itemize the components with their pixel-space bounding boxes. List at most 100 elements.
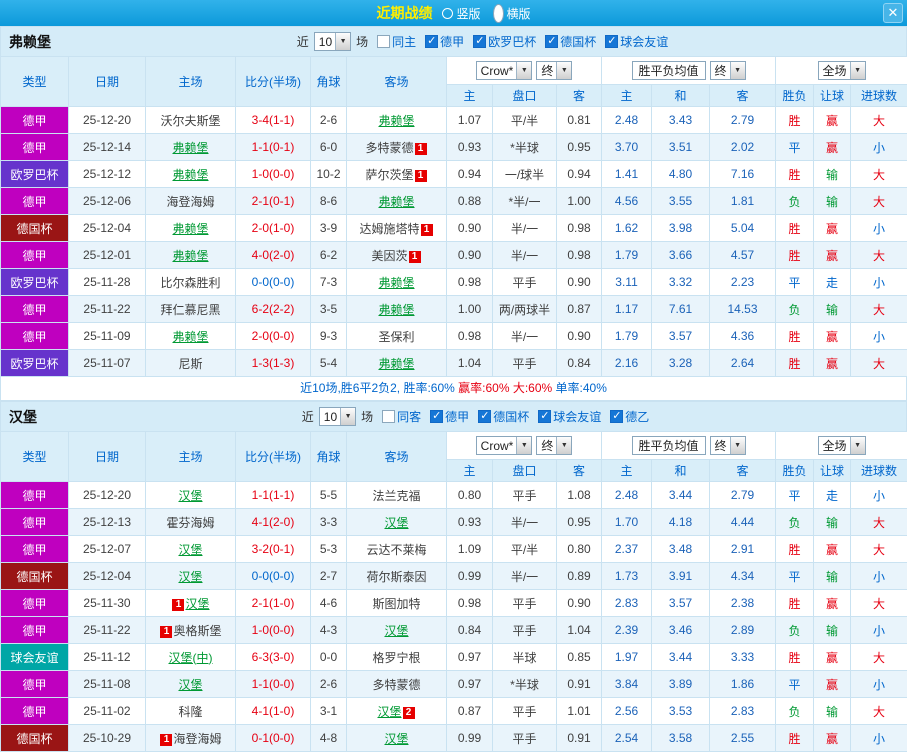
goals-result-cell: 大	[851, 242, 907, 269]
summary-text: 近10场,胜6平2负2,	[300, 381, 403, 395]
result-cell: 胜	[776, 644, 814, 671]
avg-away-cell: 1.81	[710, 188, 776, 215]
away-team-cell: 达姆施塔特1	[347, 215, 447, 242]
scope-select[interactable]: 全场▼	[818, 436, 866, 455]
team-name-link[interactable]: 汉堡	[384, 732, 408, 746]
avg-home-cell: 2.56	[602, 698, 652, 725]
filter-checkbox[interactable]: 德甲	[430, 408, 469, 425]
away-team: 美因茨1	[371, 249, 421, 263]
home-team-cell: 科隆	[146, 698, 236, 725]
avg-draw-cell: 3.53	[652, 698, 710, 725]
home-team: 比尔森胜利	[160, 276, 220, 290]
odds-source-select[interactable]: Crow*▼	[476, 61, 533, 80]
team-name-link[interactable]: 弗赖堡	[378, 357, 414, 371]
team-title: 弗赖堡	[1, 32, 59, 52]
sub-column-header: 盘口	[493, 85, 557, 107]
avg-draw-cell: 3.51	[652, 134, 710, 161]
odds-home-cell: 1.09	[447, 536, 493, 563]
odds-handicap-cell: *半球	[493, 671, 557, 698]
team-name-link[interactable]: 弗赖堡	[172, 249, 208, 263]
type-cell: 德甲	[1, 323, 69, 350]
team-name-link[interactable]: 弗赖堡	[378, 114, 414, 128]
avg-home-cell: 1.79	[602, 242, 652, 269]
filter-checkbox[interactable]: 同主	[377, 33, 416, 50]
layout-radio-option[interactable]: 竖版	[442, 5, 480, 22]
type-cell: 德甲	[1, 698, 69, 725]
odds-handicap-cell: 半/一	[493, 242, 557, 269]
team-name-link[interactable]: 汉堡	[178, 570, 202, 584]
home-team: 汉堡	[178, 678, 202, 692]
scope-select[interactable]: 全场▼	[818, 61, 866, 80]
score-cell: 0-0(0-0)	[236, 269, 311, 296]
avg-label-box: 胜平负均值	[632, 61, 706, 80]
filter-checkbox[interactable]: 同客	[382, 408, 421, 425]
away-team-cell: 弗赖堡	[347, 350, 447, 377]
radio-icon	[493, 4, 504, 23]
odds-time-select[interactable]: 终▼	[536, 436, 572, 455]
result-cell: 胜	[776, 323, 814, 350]
sub-column-header: 和	[652, 460, 710, 482]
result-cell: 胜	[776, 350, 814, 377]
team-name-link[interactable]: 汉堡	[377, 705, 401, 719]
filter-checkbox[interactable]: 欧罗巴杯	[473, 33, 536, 50]
odds-away-cell: 0.89	[557, 563, 602, 590]
score-cell: 2-1(1-0)	[236, 590, 311, 617]
odds-time-select[interactable]: 终▼	[536, 61, 572, 80]
team-name-link[interactable]: 汉堡	[384, 516, 408, 530]
corner-cell: 2-7	[311, 563, 347, 590]
match-count-select[interactable]: 10▼	[319, 407, 356, 426]
corner-cell: 3-5	[311, 296, 347, 323]
avg-time-select[interactable]: 终▼	[710, 436, 746, 455]
home-team-cell: 霍芬海姆	[146, 509, 236, 536]
layout-radio-option[interactable]: 横版	[493, 4, 531, 23]
team-name-link[interactable]: 汉堡	[185, 597, 209, 611]
away-team: 弗赖堡	[378, 357, 414, 371]
team-name-link[interactable]: 汉堡	[384, 624, 408, 638]
team-name-link[interactable]: 弗赖堡	[172, 168, 208, 182]
team-name-link[interactable]: 弗赖堡	[378, 195, 414, 209]
team-name-link[interactable]: 汉堡	[178, 543, 202, 557]
handicap-result-cell: 输	[814, 296, 851, 323]
type-cell: 德甲	[1, 134, 69, 161]
team-name-link[interactable]: 弗赖堡	[378, 303, 414, 317]
odds-handicap-cell: 半/一	[493, 509, 557, 536]
team-name-link[interactable]: 弗赖堡	[172, 330, 208, 344]
avg-time-select[interactable]: 终▼	[710, 61, 746, 80]
team-name-link[interactable]: 汉堡	[178, 489, 202, 503]
odds-source-select[interactable]: Crow*▼	[476, 436, 533, 455]
checkbox-icon	[545, 35, 558, 48]
avg-label-box: 胜平负均值	[632, 436, 706, 455]
filter-checkbox[interactable]: 球会友谊	[538, 408, 601, 425]
odds-away-cell: 0.98	[557, 215, 602, 242]
type-cell: 德国杯	[1, 215, 69, 242]
filter-checkbox[interactable]: 德乙	[610, 408, 649, 425]
avg-draw-cell: 3.28	[652, 350, 710, 377]
team-name-link[interactable]: 弗赖堡	[172, 141, 208, 155]
team-name-link[interactable]: 汉堡	[178, 678, 202, 692]
goals-result-cell: 大	[851, 350, 907, 377]
odds-home-cell: 1.07	[447, 107, 493, 134]
match-count-select[interactable]: 10▼	[314, 32, 351, 51]
team-name-link[interactable]: 汉堡(中)	[169, 651, 213, 665]
avg-away-cell: 2.83	[710, 698, 776, 725]
filter-checkbox[interactable]: 德甲	[425, 33, 464, 50]
team-title: 汉堡	[1, 407, 45, 427]
corner-cell: 2-6	[311, 107, 347, 134]
away-team: 多特蒙德1	[365, 141, 427, 155]
team-name-link: 斯图加特	[372, 597, 420, 611]
team-name-link: 霍芬海姆	[166, 516, 214, 530]
checkbox-label: 欧罗巴杯	[488, 33, 536, 50]
avg-draw-cell: 4.80	[652, 161, 710, 188]
handicap-result-cell: 输	[814, 563, 851, 590]
team-name-link[interactable]: 弗赖堡	[172, 222, 208, 236]
red-card-badge: 1	[415, 143, 427, 155]
odds-home-cell: 0.98	[447, 323, 493, 350]
filter-checkbox[interactable]: 德国杯	[478, 408, 529, 425]
avg-home-cell: 1.62	[602, 215, 652, 242]
filter-checkbox[interactable]: 德国杯	[545, 33, 596, 50]
column-header: 主场	[146, 57, 236, 107]
filter-checkbox[interactable]: 球会友谊	[605, 33, 668, 50]
checkbox-icon	[377, 35, 390, 48]
close-button[interactable]: ✕	[883, 3, 903, 23]
team-name-link[interactable]: 弗赖堡	[378, 276, 414, 290]
